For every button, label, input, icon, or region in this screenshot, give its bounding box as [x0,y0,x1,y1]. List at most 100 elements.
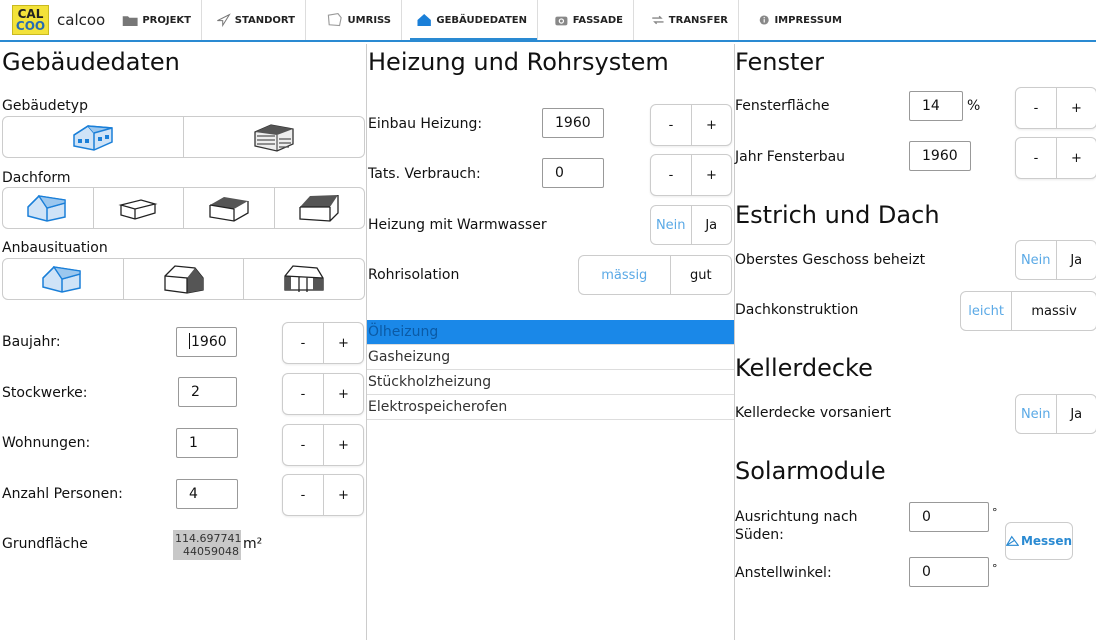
tab-transfer-label: TRANSFER [668,14,728,26]
warmwasser-ja-option[interactable]: Ja [690,206,732,244]
verbrauch-input[interactable]: 0 [542,158,604,188]
heating-type-item[interactable]: Ölheizung [367,320,734,345]
folder-icon [122,16,138,26]
jahr-fensterbau-plus-button[interactable]: + [1056,138,1096,178]
tab-gebaeudedaten[interactable]: GEBÄUDEDATEN [410,0,538,42]
gable-roof-icon [27,194,66,222]
single-house-icon [73,125,113,151]
anbau-semidetached-option[interactable] [122,259,244,299]
anstellwinkel-degree: ° [992,562,998,575]
baujahr-input[interactable]: 1960 [176,327,237,357]
ausrichtung-input[interactable]: 0 [909,502,989,532]
personen-plus-button[interactable]: + [323,475,363,515]
tab-fassade[interactable]: FASSADE [548,0,634,40]
anbausituation-selector [2,258,365,300]
jahr-fensterbau-input[interactable]: 1960 [909,141,971,171]
grundflaeche-unit: m² [243,536,263,552]
oberstes-geschoss-nein-option[interactable]: Nein [1016,241,1056,279]
kellerdecke-ja-option[interactable]: Ja [1055,395,1096,433]
gebaeudedaten-title: Gebäudedaten [2,48,180,76]
jahr-fensterbau-stepper: - + [1015,137,1096,179]
dachkonstruktion-massiv-option[interactable]: massiv [1011,292,1096,330]
verbrauch-label: Tats. Verbrauch: [368,166,481,182]
anbau-terraced-option[interactable] [243,259,364,299]
location-arrow-icon [217,13,231,28]
dachform-label: Dachform [2,170,71,186]
tab-standort[interactable]: STANDORT [210,0,306,40]
kellerdecke-nein-option[interactable]: Nein [1016,395,1056,433]
kellerdecke-vorsaniert-label: Kellerdecke vorsaniert [735,405,891,421]
semi-detached-house-icon [163,265,204,294]
einbau-heizung-minus-button[interactable]: - [651,105,691,145]
dachform-flat-option[interactable] [92,188,184,228]
gebaeudetyp-apartment-option[interactable] [183,117,364,157]
heizung-panel: Heizung und Rohrsystem Einbau Heizung: 1… [366,44,734,640]
fensterflaeche-unit: % [967,98,981,114]
anstellwinkel-label: Anstellwinkel: [735,565,832,581]
dachkonstruktion-toggle: leicht massiv [960,291,1096,331]
fensterflaeche-input[interactable]: 14 [909,91,963,121]
dachform-hip-option[interactable] [183,188,274,228]
personen-stepper: - + [282,474,364,516]
verbrauch-minus-button[interactable]: - [651,155,691,195]
einbau-heizung-plus-button[interactable]: + [691,105,731,145]
kellerdecke-title: Kellerdecke [735,354,873,382]
anstellwinkel-input[interactable]: 0 [909,557,989,587]
mansard-roof-icon [299,195,339,222]
tab-projekt[interactable]: PROJEKT [116,0,202,40]
wohnungen-minus-button[interactable]: - [283,425,323,465]
einbau-heizung-input[interactable]: 1960 [542,108,604,138]
rohrisolation-toggle: mässig gut [578,255,732,295]
baujahr-stepper: - + [282,322,364,364]
outline-icon [327,13,342,27]
oberstes-geschoss-toggle: Nein Ja [1015,240,1096,280]
personen-label: Anzahl Personen: [2,486,123,502]
heating-type-item[interactable]: Gasheizung [367,345,734,370]
solarmodule-title: Solarmodule [735,457,886,485]
rohrisolation-maessig-option[interactable]: mässig [579,256,670,294]
wohnungen-plus-button[interactable]: + [323,425,363,465]
grundflaeche-value-line1: 114.697741 [175,532,242,545]
anbau-detached-option[interactable] [3,259,123,299]
personen-input[interactable]: 4 [176,479,238,509]
gebaeudetyp-house-option[interactable] [3,117,183,157]
gebaeudetyp-label: Gebäudetyp [2,98,88,114]
baujahr-minus-button[interactable]: - [283,323,323,363]
jahr-fensterbau-minus-button[interactable]: - [1016,138,1056,178]
heizung-title: Heizung und Rohrsystem [368,48,669,76]
stockwerke-label: Stockwerke: [2,385,88,401]
tab-umriss[interactable]: UMRISS [320,0,402,40]
dachform-mansard-option[interactable] [273,188,365,228]
rohrisolation-gut-option[interactable]: gut [669,256,731,294]
dachform-gable-option[interactable] [3,188,93,228]
fenster-title: Fenster [735,48,825,76]
stockwerke-input[interactable]: 2 [178,377,237,407]
personen-minus-button[interactable]: - [283,475,323,515]
heating-type-item[interactable]: Stückholzheizung [367,370,734,395]
text-caret [189,333,190,349]
jahr-fensterbau-label: Jahr Fensterbau [735,149,846,165]
tab-standort-label: STANDORT [234,14,295,26]
heating-type-item[interactable]: Elektrospeicherofen [367,395,734,420]
messen-button[interactable]: Messen [1005,522,1073,560]
tab-impressum[interactable]: IMPRESSUM [752,0,852,40]
tab-impressum-label: IMPRESSUM [774,14,842,26]
stockwerke-stepper: - + [282,373,364,415]
tab-gebaeudedaten-label: GEBÄUDEDATEN [436,14,527,26]
dachkonstruktion-label: Dachkonstruktion [735,302,859,318]
wohnungen-input[interactable]: 1 [176,428,238,458]
top-navigation-bar: CAL COO calcoo PROJEKT STANDORT UMRISS G… [0,0,1096,42]
stockwerke-minus-button[interactable]: - [283,374,323,414]
baujahr-plus-button[interactable]: + [323,323,363,363]
einbau-heizung-label: Einbau Heizung: [368,116,483,132]
wohnungen-label: Wohnungen: [2,435,91,451]
fensterflaeche-minus-button[interactable]: - [1016,88,1056,128]
warmwasser-nein-option[interactable]: Nein [651,206,691,244]
warmwasser-toggle: Nein Ja [650,205,732,245]
stockwerke-plus-button[interactable]: + [323,374,363,414]
dachkonstruktion-leicht-option[interactable]: leicht [961,292,1011,330]
verbrauch-plus-button[interactable]: + [691,155,731,195]
tab-transfer[interactable]: TRANSFER [645,0,739,40]
oberstes-geschoss-ja-option[interactable]: Ja [1055,241,1096,279]
fensterflaeche-plus-button[interactable]: + [1056,88,1096,128]
